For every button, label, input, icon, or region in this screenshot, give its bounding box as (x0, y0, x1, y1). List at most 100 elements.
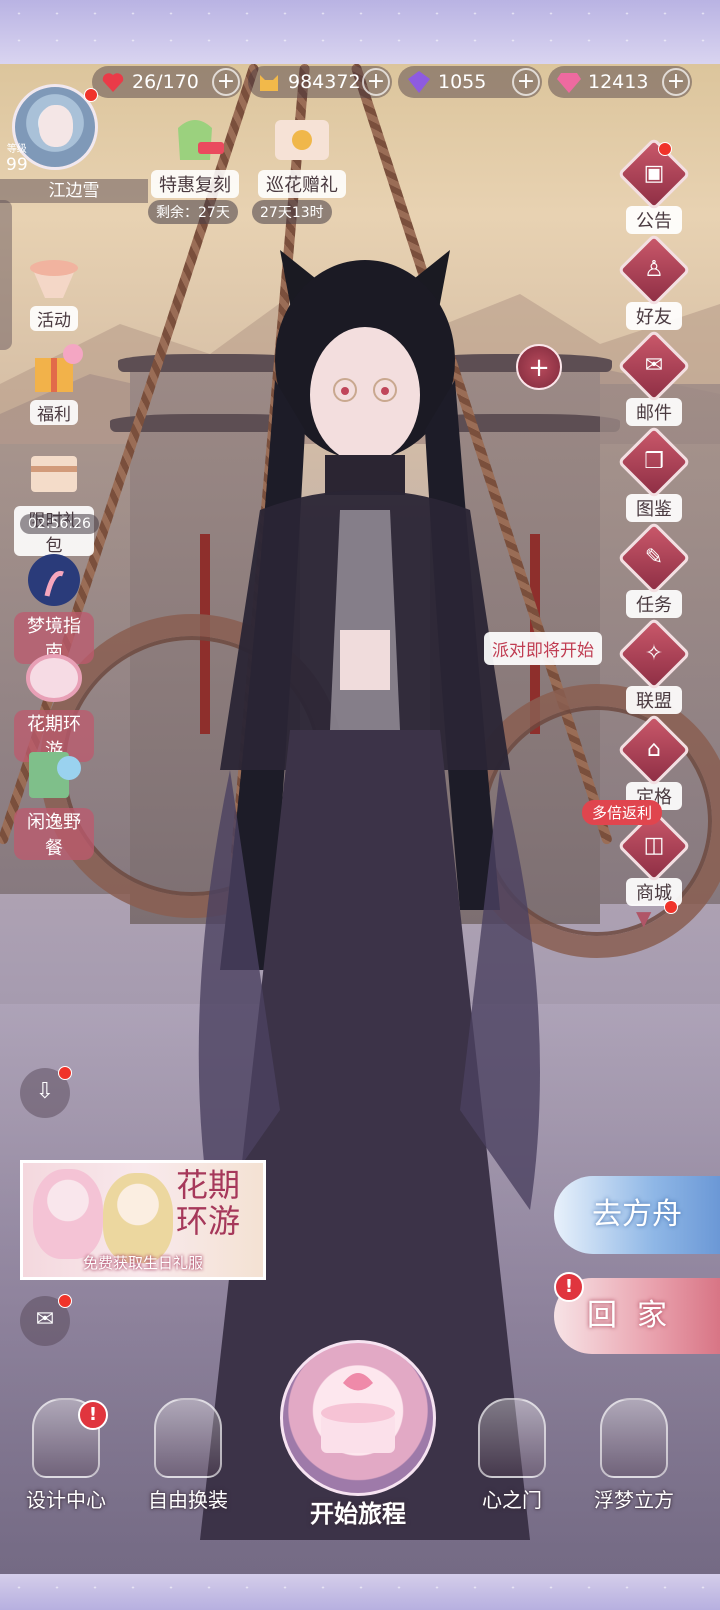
floral-wreath-icon (26, 654, 82, 702)
activity-label: 活动 (30, 306, 78, 331)
tasks-icon-frame: ✎ (617, 521, 691, 595)
add-gold-button[interactable]: + (362, 68, 390, 96)
flower-envelope-icon (275, 120, 329, 160)
crystal-value: 1055 (438, 71, 487, 93)
notice-icon-frame: ▣ (617, 137, 691, 211)
level-label: 等级 (6, 144, 27, 155)
event-special-reissue[interactable]: 特惠复刻 (150, 110, 240, 198)
level-value: 99 (6, 155, 28, 175)
noticeboard-icon: ▣ (643, 161, 665, 186)
cat-coin-icon (260, 75, 278, 91)
crystal-counter: 1055 + (398, 66, 542, 98)
purple-gem-icon (408, 71, 430, 93)
cake-icon (321, 1373, 395, 1453)
event-flower-gift-timer: 27天13时 (252, 200, 332, 224)
dream-guide-button[interactable]: 梦境指南 (14, 552, 94, 664)
mail-label: 邮件 (626, 398, 682, 426)
menu-expand-notification-dot (664, 900, 678, 914)
mail-icon-frame: ✉ (617, 329, 691, 403)
album-button[interactable]: ❒ 图鉴 (614, 425, 694, 522)
diamond-counter: 12413 + (548, 66, 692, 98)
person-icon: ♙ (644, 257, 664, 282)
diamond-value: 12413 (588, 71, 649, 93)
notice-notification-dot (658, 142, 672, 156)
alliance-label: 联盟 (626, 686, 682, 714)
flower-tour-button[interactable]: 花期环游 (14, 650, 94, 762)
gift-case-icon (31, 456, 77, 492)
banner-title: 花期环游 (175, 1166, 240, 1240)
add-crystal-button[interactable]: + (512, 68, 540, 96)
heart-crystal-icon (478, 1398, 546, 1478)
alliance-icon-frame: ✧ (617, 617, 691, 691)
alliance-button[interactable]: ✧ 联盟 (614, 617, 694, 714)
download-notification-dot (58, 1066, 72, 1080)
notice-button[interactable]: ▣ 公告 (614, 137, 694, 234)
event-flower-gift-label: 巡花赠礼 (258, 170, 346, 198)
start-journey-label: 开始旅程 (310, 1500, 406, 1528)
download-icon: ⇩ (35, 1079, 55, 1104)
party-tooltip[interactable]: 派对即将开始 (484, 632, 602, 665)
quill-icon: ✎ (644, 545, 664, 570)
gold-value: 984372 (288, 71, 361, 93)
tasks-button[interactable]: ✎ 任务 (614, 521, 694, 618)
gold-counter: 984372 + (248, 66, 392, 98)
add-interaction-button[interactable]: + (516, 344, 562, 390)
stamina-value: 26/170 (132, 71, 199, 93)
event-special-reissue-label: 特惠复刻 (151, 170, 239, 198)
event-special-reissue-timer: 剩余：27天 (148, 200, 238, 224)
wings-emblem-icon: ✧ (644, 641, 664, 666)
mail-button[interactable]: ✉ 邮件 (614, 329, 694, 426)
go-ark-button[interactable]: 去方舟 (554, 1176, 720, 1254)
side-drawer-handle[interactable] (0, 200, 12, 350)
banner-subtitle: 免费获取生日礼服 (82, 1254, 203, 1272)
welfare-button[interactable]: 福利 (14, 340, 94, 425)
activity-button[interactable]: 活动 (14, 246, 94, 331)
design-center-label: 设计中心 (26, 1488, 106, 1512)
banner-character-left (33, 1169, 103, 1259)
avatar-notification-dot (84, 88, 98, 102)
chat-bubble-icon: ✉ (35, 1307, 55, 1332)
limited-pack-timer: 02:56:26 (20, 514, 99, 534)
stamina-counter: 26/170 + (92, 66, 242, 98)
snapshot-icon-frame: ⌂ (617, 713, 691, 787)
house-icon: ⌂ (647, 737, 661, 762)
add-stamina-button[interactable]: + (212, 68, 240, 96)
notice-label: 公告 (626, 206, 682, 234)
picnic-card-icon (29, 752, 81, 798)
free-dress-button[interactable]: 自由换装 (138, 1398, 238, 1513)
picnic-label: 闲逸野餐 (14, 808, 94, 860)
envelope-icon: ✉ (644, 353, 664, 378)
start-journey-button[interactable] (280, 1340, 436, 1496)
flamingo-moon-icon (28, 554, 80, 606)
album-label: 图鉴 (626, 494, 682, 522)
album-icon-frame: ❒ (617, 425, 691, 499)
design-center-alert-icon: ! (78, 1400, 108, 1430)
limited-pack-button[interactable]: 限时礼包 (14, 446, 94, 556)
heart-gate-label: 心之门 (482, 1488, 542, 1512)
shopping-bag-icon: ◫ (643, 833, 665, 858)
free-dress-label: 自由换装 (148, 1488, 228, 1512)
chevron-down-icon[interactable]: ▼ (636, 906, 651, 930)
welfare-label: 福利 (30, 400, 78, 425)
event-flower-gift[interactable]: 巡花赠礼 (252, 110, 352, 198)
friends-label: 好友 (626, 302, 682, 330)
snapshot-button[interactable]: ⌂ 定格 (614, 713, 694, 810)
picnic-button[interactable]: 闲逸野餐 (14, 748, 94, 860)
heart-icon (102, 73, 124, 92)
tasks-label: 任务 (626, 590, 682, 618)
gift-box-icon (35, 344, 83, 392)
dream-cube-label: 浮梦立方 (594, 1488, 674, 1512)
heart-gate-button[interactable]: 心之门 (462, 1398, 562, 1513)
friends-icon-frame: ♙ (617, 233, 691, 307)
add-diamond-button[interactable]: + (662, 68, 690, 96)
wardrobe-mirror-icon (154, 1398, 222, 1478)
avatar-face (39, 105, 73, 147)
pink-diamond-icon (557, 73, 581, 93)
shop-button[interactable]: ◫ 商城 (614, 809, 694, 906)
activity-icon (30, 260, 78, 298)
friends-button[interactable]: ♙ 好友 (614, 233, 694, 330)
player-name[interactable]: 江边雪 (0, 179, 148, 203)
cube-icon (600, 1398, 668, 1478)
dream-cube-button[interactable]: 浮梦立方 (584, 1398, 684, 1513)
flower-tour-banner[interactable]: 花期环游 免费获取生日礼服 (20, 1160, 266, 1280)
